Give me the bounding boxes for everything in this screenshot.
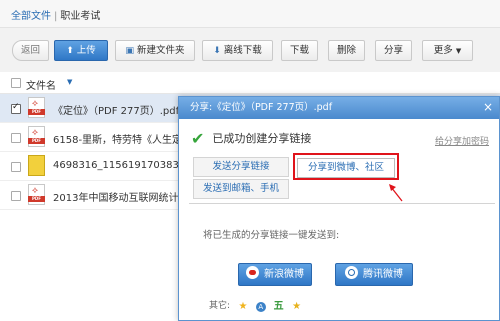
tencent-weibo-icon [345,266,358,279]
breadcrumb: 全部文件 | 职业考试 [0,0,500,28]
star-icon[interactable]: ★ [238,302,248,312]
tab-divider [189,203,495,204]
breadcrumb-root-link[interactable]: 全部文件 [11,11,51,22]
image-file-icon [28,155,45,176]
select-all-checkbox[interactable] [11,78,21,88]
row-checkbox[interactable] [11,102,21,114]
file-list-header: 文件名 ▼ [0,72,500,94]
pdf-file-icon: ⟡ PDF [28,97,45,118]
file-name[interactable]: 《定位》（PDF 277页）.pdf [53,102,179,117]
download-icon: ⬇ [213,46,221,56]
tencent-weibo-button[interactable]: 腾讯微博 [335,263,413,286]
file-name[interactable]: 2013年中国移动互联网统计报告 [53,189,198,204]
pdf-file-icon: ⟡ PDF [28,184,45,205]
more-button[interactable]: 更多 ▼ [422,40,473,61]
weibo-icon [246,266,259,279]
share-dialog: 分享:《定位》（PDF 277页）.pdf × ✔ 已成功创建分享链接 给分享加密… [178,96,500,321]
sina-weibo-button[interactable]: 新浪微博 [238,263,312,286]
user-icon[interactable]: A [255,302,266,312]
close-icon[interactable]: × [483,100,493,115]
share-dialog-title: 分享:《定位》（PDF 277页）.pdf [179,97,499,119]
breadcrumb-separator: | [54,11,58,22]
filename-column-label[interactable]: 文件名 [26,77,56,92]
toolbar: 返回 ⬆ 上传 ▣ 新建文件夹 ⬇ 离线下载 下载 删除 分享 更多 ▼ [0,28,500,72]
pdf-file-icon: ⟡ PDF [28,126,45,147]
offline-download-button[interactable]: ⬇ 离线下载 [202,40,273,61]
five-icon[interactable]: 五 [274,302,284,312]
sort-arrow-icon[interactable]: ▼ [67,78,72,86]
row-checkbox[interactable] [11,162,21,172]
share-hint: 将已生成的分享链接一键发送到: [203,230,340,241]
checkmark-icon: ✔ [191,129,205,148]
download-button[interactable]: 下载 [281,40,318,61]
annotation-arrow-icon [389,184,403,202]
other-platforms: 其它: ★ A 五 ★ [209,298,302,312]
new-folder-button[interactable]: ▣ 新建文件夹 [115,40,195,61]
star-icon[interactable]: ★ [292,302,302,312]
upload-icon: ⬆ [66,46,74,56]
file-name[interactable]: 6158-里斯，特劳特《人生定位 [53,131,192,146]
row-checkbox[interactable] [11,191,21,201]
breadcrumb-current: 职业考试 [60,11,101,22]
success-message: ✔ 已成功创建分享链接 [191,129,312,148]
highlight-box [293,153,399,180]
upload-button[interactable]: ⬆ 上传 [54,40,108,61]
back-button[interactable]: 返回 [12,40,49,61]
chevron-down-icon: ▼ [455,47,462,55]
row-checkbox[interactable] [11,133,21,143]
others-label: 其它: [209,301,231,311]
new-folder-icon: ▣ [125,46,134,56]
share-tabs: 发送分享链接 分享到微博、社区 发送到邮箱、手机 [189,153,495,204]
delete-button[interactable]: 删除 [328,40,365,61]
tab-email-phone[interactable]: 发送到邮箱、手机 [193,179,289,199]
share-button[interactable]: 分享 [375,40,412,61]
encrypt-share-link[interactable]: 给分享加密码 [435,134,489,147]
tab-send-link[interactable]: 发送分享链接 [193,157,289,177]
